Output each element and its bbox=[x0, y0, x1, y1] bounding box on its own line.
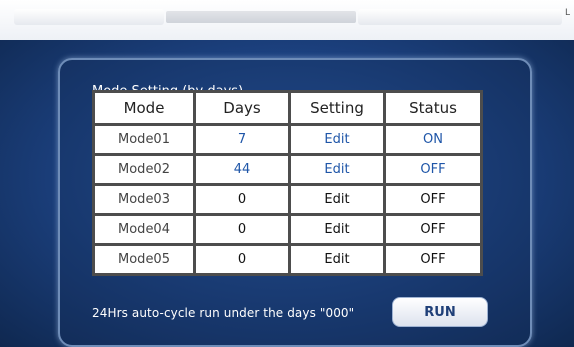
top-bar-segment bbox=[14, 9, 164, 25]
mode-cell: Mode02 bbox=[92, 153, 196, 186]
run-button[interactable]: RUN bbox=[392, 297, 488, 327]
table-row: Mode05 0 Edit OFF bbox=[92, 243, 483, 276]
days-value[interactable]: 7 bbox=[193, 123, 291, 156]
table-row: Mode02 44 Edit OFF bbox=[92, 153, 483, 186]
table-header-row: Mode Days Setting Status bbox=[92, 90, 483, 126]
top-bar: L bbox=[0, 0, 574, 42]
table-row: Mode01 7 Edit ON bbox=[92, 123, 483, 156]
edit-button[interactable]: Edit bbox=[288, 183, 386, 216]
days-value[interactable]: 0 bbox=[193, 213, 291, 246]
mode-cell: Mode03 bbox=[92, 183, 196, 216]
auto-cycle-note: 24Hrs auto-cycle run under the days "000… bbox=[92, 306, 355, 320]
edit-button[interactable]: Edit bbox=[288, 153, 386, 186]
days-value[interactable]: 0 bbox=[193, 183, 291, 216]
mode-cell: Mode05 bbox=[92, 243, 196, 276]
table-row: Mode04 0 Edit OFF bbox=[92, 213, 483, 246]
status-toggle[interactable]: OFF bbox=[383, 213, 483, 246]
top-bar-segment bbox=[358, 9, 562, 25]
header-status: Status bbox=[383, 90, 483, 126]
header-days: Days bbox=[193, 90, 291, 126]
header-mode: Mode bbox=[92, 90, 196, 126]
status-toggle[interactable]: OFF bbox=[383, 243, 483, 276]
status-toggle[interactable]: OFF bbox=[383, 183, 483, 216]
days-value[interactable]: 44 bbox=[193, 153, 291, 186]
header-setting: Setting bbox=[288, 90, 386, 126]
mode-table: Mode Days Setting Status Mode01 7 Edit O… bbox=[92, 90, 483, 276]
edit-button[interactable]: Edit bbox=[288, 213, 386, 246]
table-row: Mode03 0 Edit OFF bbox=[92, 183, 483, 216]
corner-mark: L bbox=[564, 8, 570, 18]
edit-button[interactable]: Edit bbox=[288, 243, 386, 276]
status-toggle[interactable]: ON bbox=[383, 123, 483, 156]
days-value[interactable]: 0 bbox=[193, 243, 291, 276]
top-bar-segment bbox=[166, 11, 356, 23]
mode-cell: Mode01 bbox=[92, 123, 196, 156]
edit-button[interactable]: Edit bbox=[288, 123, 386, 156]
mode-cell: Mode04 bbox=[92, 213, 196, 246]
status-toggle[interactable]: OFF bbox=[383, 153, 483, 186]
